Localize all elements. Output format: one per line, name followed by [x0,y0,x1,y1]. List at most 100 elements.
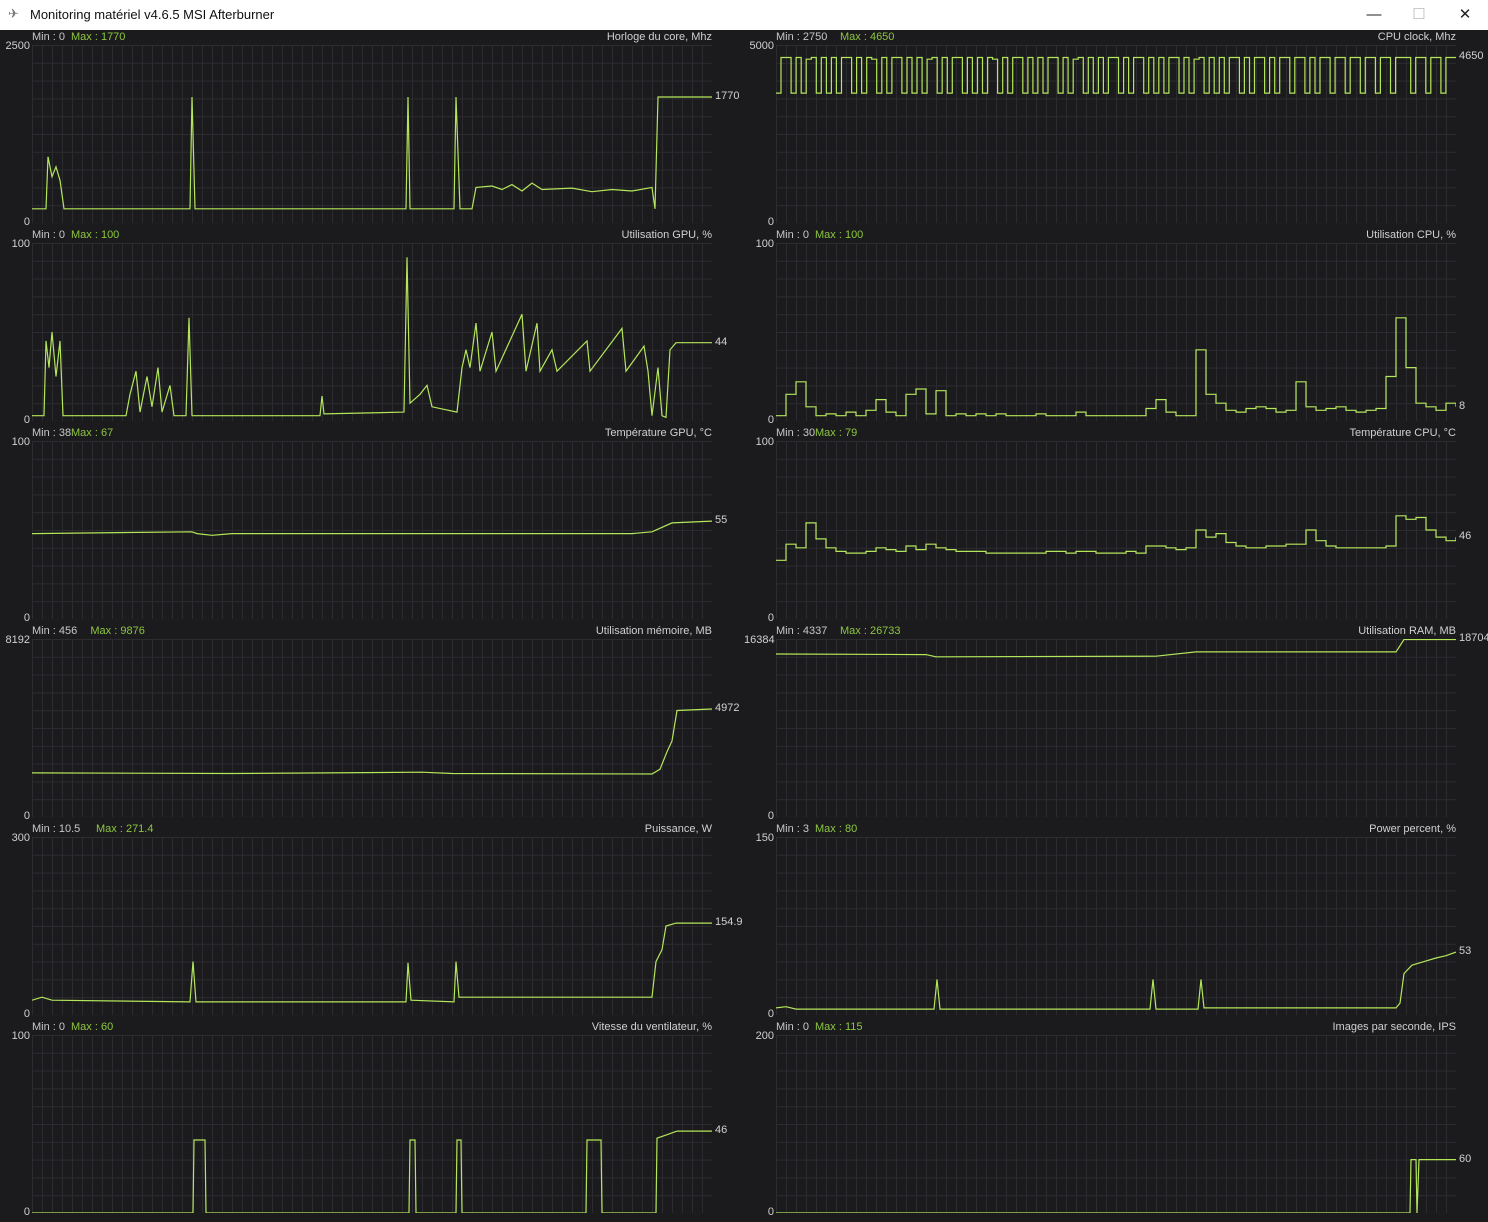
graph-area[interactable] [776,45,1456,223]
title-bar: ✈ Monitoring matériel v4.6.5 MSI Afterbu… [0,0,1488,30]
series-line [32,1130,712,1213]
y-axis-min: 0 [23,1008,30,1020]
y-axis-max: 300 [11,832,30,844]
afterburner-app-icon: ✈ [8,6,19,21]
max-value: Max : 4650 [840,31,895,43]
graph-area[interactable] [776,837,1456,1015]
graph-panel[interactable]: Min : 0 Max : 115 Images par seconde, IP… [744,1020,1488,1218]
graph-svg [32,708,712,775]
graph-title: Utilisation CPU, % [1366,229,1456,241]
graph-panel[interactable]: Min : 4337 Max : 26733 Utilisation RAM, … [744,624,1488,822]
graph-svg [32,520,712,536]
minimize-icon[interactable]: — [1351,0,1397,30]
y-axis-min: 0 [767,414,774,426]
min-value: Min : 0 [776,229,810,241]
series-line [32,922,712,1003]
y-axis-max: 2500 [5,40,30,52]
series-line [776,56,1456,94]
y-axis-max: 100 [755,436,774,448]
y-axis-min: 0 [23,612,30,624]
series-line [32,708,712,775]
min-value: Min : 0 [32,1021,66,1033]
graph-area[interactable] [32,243,712,421]
max-value: Max : 115 [815,1021,863,1033]
y-axis-max: 200 [755,1030,774,1042]
series-line [776,951,1456,1010]
series-line [32,257,712,419]
graph-title: Puissance, W [644,823,712,835]
current-value: 46 [715,1124,728,1137]
y-axis-min: 0 [767,1008,774,1020]
graph-title: Utilisation GPU, % [621,229,712,241]
graph-panel[interactable]: Min : 0 Max : 100 Utilisation CPU, % 100… [744,228,1488,426]
y-axis-max: 8192 [5,634,30,646]
max-value: Max : 79 [815,427,858,439]
y-axis-min: 0 [767,216,774,228]
y-axis-max: 5000 [749,40,774,52]
graph-panel[interactable]: Min : 0 Max : 1770 Horloge du core, Mhz … [0,30,744,228]
graph-title: Vitesse du ventilateur, % [591,1021,712,1033]
graph-area[interactable] [32,1035,712,1213]
max-value: Max : 60 [71,1021,114,1033]
graph-area[interactable] [32,837,712,1015]
graph-area[interactable] [776,639,1456,817]
graph-panel[interactable]: Min : 30 Max : 79 Température CPU, °C 10… [744,426,1488,624]
graph-area[interactable] [776,1035,1456,1213]
y-axis-min: 0 [767,1206,774,1218]
y-axis-min: 0 [23,1206,30,1218]
y-axis-max: 150 [755,832,774,844]
y-axis-max: 100 [11,436,30,448]
graph-panel[interactable]: Min : 0 Max : 100 Utilisation GPU, % 100… [0,228,744,426]
graph-panel[interactable]: Min : 10.5 Max : 271.4 Puissance, W 300 … [0,822,744,1020]
graph-panel[interactable]: Min : 456 Max : 9876 Utilisation mémoire… [0,624,744,822]
graph-area[interactable] [776,441,1456,619]
close-icon[interactable]: ✕ [1442,0,1488,30]
series-line [776,639,1456,658]
graph-panel[interactable]: Min : 2750 Max : 4650 CPU clock, Mhz 500… [744,30,1488,228]
graph-area[interactable] [32,441,712,619]
min-value: Min : 0 [32,229,66,241]
graph-title: Horloge du core, Mhz [606,31,712,43]
graph-area[interactable] [32,45,712,223]
graph-panel[interactable]: Min : 0 Max : 60 Vitesse du ventilateur,… [0,1020,744,1218]
y-axis-max: 100 [11,238,30,250]
window-title: Monitoring matériel v4.6.5 MSI Afterburn… [30,7,275,22]
graph-svg [32,96,712,210]
graph-svg [776,951,1456,1010]
current-value: 18704 [1459,632,1488,644]
graph-panel[interactable]: Min : 38 Max : 67 Température GPU, °C 10… [0,426,744,624]
max-value: Max : 67 [71,427,114,439]
min-value: Min : 4337 [776,625,828,637]
current-value: 60 [1459,1152,1472,1165]
y-axis-max: 100 [755,238,774,250]
series-line [776,1159,1456,1213]
graph-svg [776,515,1456,561]
graph-area[interactable] [32,639,712,817]
series-line [32,520,712,536]
current-value: 44 [715,335,728,348]
graph-svg [776,639,1456,658]
max-value: Max : 26733 [840,625,901,637]
graph-svg [776,317,1456,417]
graph-panel[interactable]: Min : 3 Max : 80 Power percent, % 150 0 … [744,822,1488,1020]
current-value: 53 [1459,945,1472,958]
graph-svg [32,257,712,419]
series-line [32,96,712,210]
graph-svg [32,1130,712,1213]
min-value: Min : 38 [32,427,72,439]
min-value: Min : 10.5 [32,823,81,835]
min-value: Min : 456 [32,625,78,637]
min-value: Min : 3 [776,823,810,835]
min-value: Min : 0 [32,31,66,43]
series-line [776,317,1456,417]
max-value: Max : 271.4 [96,823,154,835]
min-value: Min : 2750 [776,31,828,43]
graph-title: Images par seconde, IPS [1332,1021,1456,1033]
max-value: Max : 100 [815,229,864,241]
graph-area[interactable] [776,243,1456,421]
y-axis-max: 16384 [744,634,775,646]
max-value: Max : 80 [815,823,858,835]
graph-title: Power percent, % [1369,823,1456,835]
current-value: 8 [1459,399,1466,412]
maximize-icon[interactable]: ☐ [1396,0,1442,30]
